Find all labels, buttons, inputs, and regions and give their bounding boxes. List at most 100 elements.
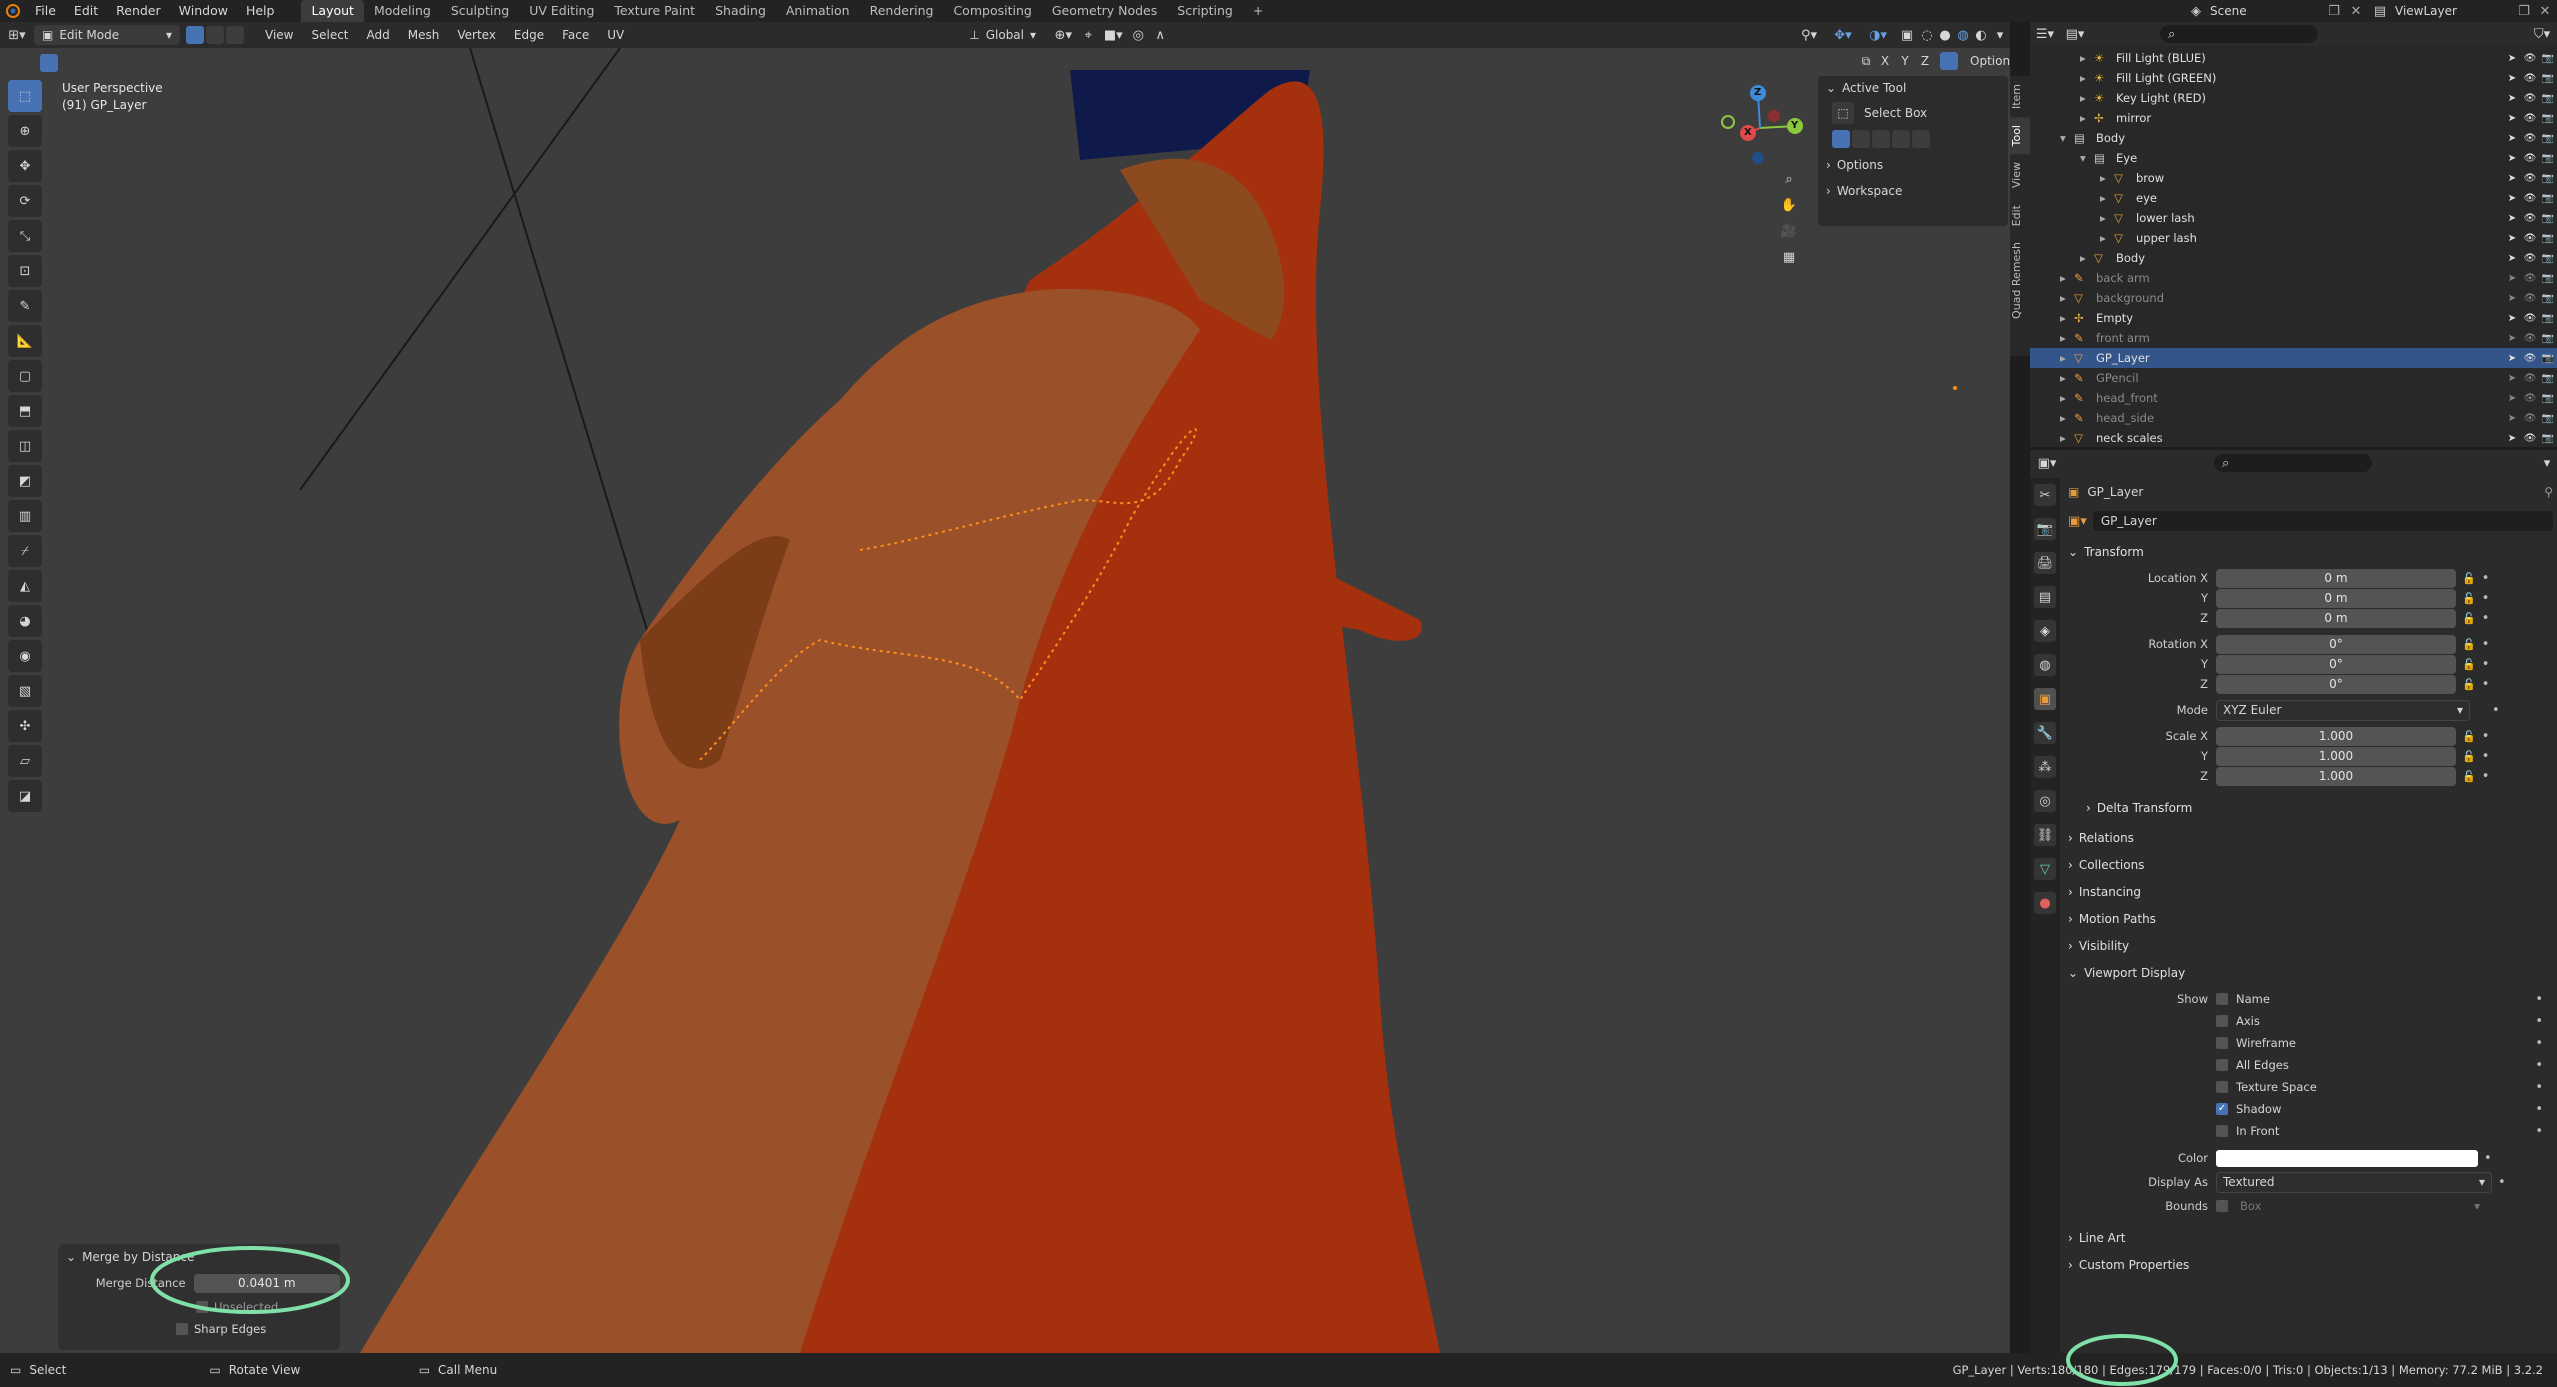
eye-icon[interactable]: 👁 — [2521, 333, 2539, 344]
custom-properties-header[interactable]: › Custom Properties — [2068, 1251, 2553, 1278]
shrink-fatten-tool-icon[interactable]: ✣ — [8, 710, 42, 742]
tab-view[interactable]: View — [2010, 154, 2030, 196]
expand-arrow-icon[interactable]: ▸ — [2100, 191, 2114, 205]
outliner-item[interactable]: ▸ ✎ back arm ➤ 👁 📷 — [2030, 268, 2557, 288]
poly-build-tool-icon[interactable]: ◭ — [8, 570, 42, 602]
annotate-tool-icon[interactable]: ✎ — [8, 290, 42, 322]
lock-icon[interactable]: 🔓 — [2462, 658, 2476, 671]
eye-icon[interactable]: 👁 — [2521, 93, 2539, 104]
select-extend-icon[interactable] — [60, 54, 78, 72]
select-intersect-icon[interactable] — [1912, 130, 1930, 148]
select-arrow-icon[interactable]: ➤ — [2503, 393, 2521, 404]
camera-icon[interactable]: 📷 — [2539, 93, 2557, 104]
rip-tool-icon[interactable]: ◪ — [8, 780, 42, 812]
mode-dropdown[interactable]: ▣ Edit Mode ▾ — [34, 25, 180, 45]
keyframe-dot-icon[interactable]: • — [2482, 571, 2490, 586]
mirror-x-toggle[interactable]: X — [1876, 52, 1894, 70]
eye-icon[interactable]: 👁 — [2521, 193, 2539, 204]
measure-tool-icon[interactable]: 📐 — [8, 325, 42, 357]
keyframe-dot-icon[interactable]: • — [2535, 1080, 2543, 1095]
outliner-item[interactable]: ▸ ▽ Body ➤ 👁 📷 — [2030, 248, 2557, 268]
eye-icon[interactable]: 👁 — [2521, 293, 2539, 304]
camera-icon[interactable]: 📷 — [2539, 193, 2557, 204]
eye-icon[interactable]: 👁 — [2521, 433, 2539, 444]
camera-icon[interactable]: 📷 — [2539, 213, 2557, 224]
keyframe-dot-icon[interactable]: • — [2535, 1124, 2543, 1139]
overlays-toggle-icon[interactable]: ◑▾ — [1860, 28, 1896, 43]
auto-merge-icon[interactable] — [1940, 52, 1958, 70]
expand-arrow-icon[interactable]: ▸ — [2060, 331, 2074, 345]
scene-tab-icon[interactable]: ◈ — [2034, 620, 2056, 642]
edge-select-icon[interactable] — [206, 26, 224, 44]
spin-tool-icon[interactable]: ◕ — [8, 605, 42, 637]
move-tool-icon[interactable]: ✥ — [8, 150, 42, 182]
loop-cut-tool-icon[interactable]: ▥ — [8, 500, 42, 532]
falloff-icon[interactable]: ∧ — [1149, 28, 1171, 43]
expand-arrow-icon[interactable]: ▸ — [2060, 271, 2074, 285]
location-x-field[interactable]: 0 m — [2216, 568, 2456, 588]
editor-type-icon[interactable]: ☰▾ — [2030, 27, 2060, 42]
keyframe-dot-icon[interactable]: • — [2482, 677, 2490, 692]
material-tab-icon[interactable]: ● — [2034, 892, 2056, 914]
select-arrow-icon[interactable]: ➤ — [2503, 173, 2521, 184]
keyframe-dot-icon[interactable]: • — [2482, 749, 2490, 764]
inset-tool-icon[interactable]: ◫ — [8, 430, 42, 462]
eye-icon[interactable]: 👁 — [2521, 253, 2539, 264]
lock-icon[interactable]: 🔓 — [2462, 678, 2476, 691]
menu-edge[interactable]: Edge — [505, 22, 553, 48]
constraints-tab-icon[interactable]: ⛓ — [2034, 824, 2056, 846]
scene-name[interactable]: Scene — [2206, 4, 2325, 18]
select-arrow-icon[interactable]: ➤ — [2503, 153, 2521, 164]
outliner-item[interactable]: ▸ ▽ lower lash ➤ 👁 📷 — [2030, 208, 2557, 228]
delete-scene-icon[interactable]: ✕ — [2343, 4, 2369, 19]
outliner-item[interactable]: ▸ ✎ GPencil ➤ 👁 📷 — [2030, 368, 2557, 388]
rotation-mode-dropdown[interactable]: XYZ Euler ▾ — [2216, 699, 2470, 721]
view-layer-name[interactable]: ViewLayer — [2391, 4, 2515, 18]
outliner-item[interactable]: ▸ ☀ Fill Light (GREEN) ➤ 👁 📷 — [2030, 68, 2557, 88]
menu-mesh[interactable]: Mesh — [399, 22, 449, 48]
eye-icon[interactable]: 👁 — [2521, 353, 2539, 364]
show-checkbox[interactable] — [2216, 1059, 2228, 1071]
show-checkbox[interactable]: ✓ — [2216, 1103, 2228, 1115]
tab-item[interactable]: Item — [2010, 76, 2030, 117]
scale-x-field[interactable]: 1.000 — [2216, 726, 2456, 746]
lock-icon[interactable]: 🔓 — [2462, 730, 2476, 743]
properties-search-input[interactable]: ⌕ — [2214, 454, 2372, 472]
viewport-display-header[interactable]: ⌄ Viewport Display — [2068, 959, 2553, 986]
camera-icon[interactable]: 📷 — [2539, 413, 2557, 424]
keyframe-dot-icon[interactable]: • — [2484, 1151, 2492, 1166]
smooth-tool-icon[interactable]: ◉ — [8, 640, 42, 672]
expand-arrow-icon[interactable]: ▸ — [2060, 291, 2074, 305]
menu-add[interactable]: Add — [358, 22, 399, 48]
outliner-item[interactable]: ▸ ☀ Key Light (RED) ➤ 👁 📷 — [2030, 88, 2557, 108]
active-tool-header[interactable]: ⌄ Active Tool — [1818, 76, 2008, 100]
outliner-item[interactable]: ▸ ✎ head_front ➤ 👁 📷 — [2030, 388, 2557, 408]
select-arrow-icon[interactable]: ➤ — [2503, 113, 2521, 124]
location-y-field[interactable]: 0 m — [2216, 588, 2456, 608]
menu-view[interactable]: View — [256, 22, 302, 48]
show-checkbox[interactable] — [2216, 993, 2228, 1005]
tab-quad-remesh[interactable]: Quad Remesh — [2010, 234, 2030, 327]
visibility-header[interactable]: › Visibility — [2068, 932, 2553, 959]
tab-compositing[interactable]: Compositing — [943, 0, 1041, 22]
bounds-checkbox[interactable] — [2216, 1200, 2228, 1212]
shear-tool-icon[interactable]: ▱ — [8, 745, 42, 777]
show-checkbox[interactable] — [2216, 1037, 2228, 1049]
select-intersect-icon[interactable] — [100, 54, 118, 72]
keyframe-dot-icon[interactable]: • — [2492, 703, 2500, 718]
select-invert-icon[interactable] — [1892, 130, 1910, 148]
eye-icon[interactable]: 👁 — [2521, 173, 2539, 184]
select-arrow-icon[interactable]: ➤ — [2503, 73, 2521, 84]
edge-slide-tool-icon[interactable]: ▧ — [8, 675, 42, 707]
tab-modeling[interactable]: Modeling — [364, 0, 441, 22]
pivot-icon[interactable]: ⊕▾ — [1049, 28, 1077, 43]
keyframe-dot-icon[interactable]: • — [2482, 769, 2490, 784]
proportional-edit-icon[interactable]: ◎ — [1127, 28, 1149, 43]
shading-options-icon[interactable]: ▾ — [1990, 28, 2010, 43]
keyframe-dot-icon[interactable]: • — [2482, 729, 2490, 744]
object-tab-icon[interactable]: ▣ — [2034, 688, 2056, 710]
view-object-types-icon[interactable]: ⚲▾ — [1792, 28, 1826, 43]
camera-icon[interactable]: 📷 — [2539, 293, 2557, 304]
tool-name-row[interactable]: ⬚ Select Box — [1818, 100, 2008, 126]
expand-arrow-icon[interactable]: ▸ — [2100, 231, 2114, 245]
